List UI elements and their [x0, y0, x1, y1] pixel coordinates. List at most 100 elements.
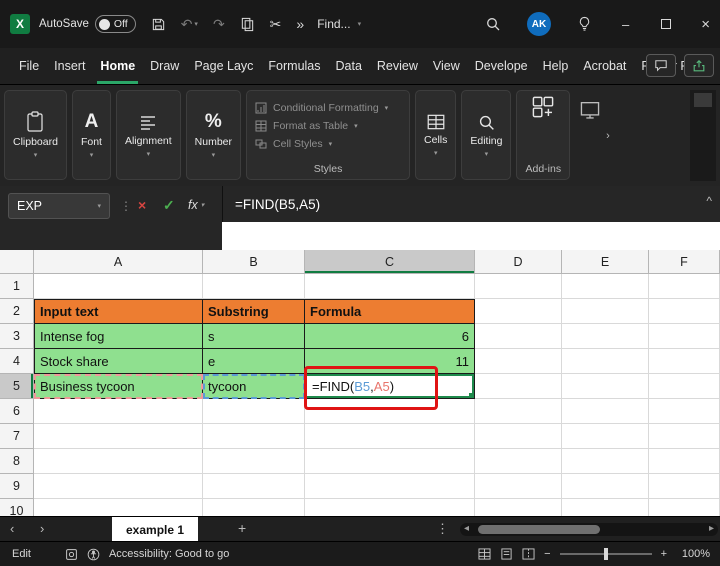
cell-d2[interactable]	[475, 299, 562, 324]
macro-record-icon[interactable]	[65, 548, 78, 561]
row-header-5[interactable]: 5	[0, 374, 34, 399]
cell-e9[interactable]	[562, 474, 649, 499]
analyze-data-icon[interactable]	[579, 100, 601, 120]
cell-f5[interactable]	[649, 374, 720, 399]
cell-c3[interactable]: 6	[305, 324, 475, 349]
cell-f9[interactable]	[649, 474, 720, 499]
number-group-button[interactable]: % Number ▾	[185, 90, 242, 180]
cell-e1[interactable]	[562, 274, 649, 299]
cell-a4[interactable]: Stock share	[34, 349, 203, 374]
zoom-level[interactable]: 100%	[676, 548, 710, 560]
accessibility-icon[interactable]	[87, 548, 100, 561]
cell-f1[interactable]	[649, 274, 720, 299]
col-header-d[interactable]: D	[475, 250, 562, 274]
cell-f7[interactable]	[649, 424, 720, 449]
col-header-c[interactable]: C	[305, 250, 475, 274]
cell-a1[interactable]	[34, 274, 203, 299]
cell-e4[interactable]	[562, 349, 649, 374]
cell-d3[interactable]	[475, 324, 562, 349]
save-icon[interactable]	[151, 17, 166, 32]
cell-d1[interactable]	[475, 274, 562, 299]
menu-help[interactable]: Help	[540, 48, 572, 84]
cell-d5[interactable]	[475, 374, 562, 399]
zoom-slider[interactable]	[559, 548, 652, 560]
cell-c8[interactable]	[305, 449, 475, 474]
insert-function-button[interactable]: fx ▾	[188, 198, 204, 212]
cancel-entry-button[interactable]: ×	[138, 197, 146, 213]
menu-page-layout[interactable]: Page Layc	[191, 48, 256, 84]
name-box[interactable]: EXP ▾	[8, 193, 110, 219]
scroll-left-icon[interactable]: ◂	[464, 523, 469, 534]
editing-group-button[interactable]: Editing ▾	[461, 90, 512, 180]
cell-d9[interactable]	[475, 474, 562, 499]
prev-sheet-icon[interactable]: ‹	[10, 521, 14, 536]
cell-c7[interactable]	[305, 424, 475, 449]
next-sheet-icon[interactable]: ›	[40, 521, 44, 536]
menu-review[interactable]: Review	[374, 48, 421, 84]
row-header-4[interactable]: 4	[0, 349, 34, 374]
horizontal-scrollbar-thumb[interactable]	[478, 525, 600, 534]
col-header-b[interactable]: B	[203, 250, 305, 274]
cell-f4[interactable]	[649, 349, 720, 374]
cell-e7[interactable]	[562, 424, 649, 449]
conditional-formatting-button[interactable]: Conditional Formatting ▾	[255, 99, 401, 117]
zoom-in-button[interactable]: +	[661, 548, 667, 560]
cell-f2[interactable]	[649, 299, 720, 324]
cell-e5[interactable]	[562, 374, 649, 399]
menu-formulas[interactable]: Formulas	[265, 48, 323, 84]
page-layout-view-icon[interactable]	[500, 548, 513, 560]
search-icon[interactable]	[485, 16, 501, 32]
account-avatar[interactable]: AK	[527, 12, 551, 36]
cell-f3[interactable]	[649, 324, 720, 349]
find-dropdown[interactable]: Find... ▾	[317, 17, 361, 31]
cell-e8[interactable]	[562, 449, 649, 474]
row-header-9[interactable]: 9	[0, 474, 34, 499]
redo-icon[interactable]: ↷	[213, 16, 225, 33]
cell-d4[interactable]	[475, 349, 562, 374]
menu-file[interactable]: File	[16, 48, 42, 84]
col-header-f[interactable]: F	[649, 250, 720, 274]
lightbulb-icon[interactable]	[577, 16, 592, 32]
ribbon-collapse-handle[interactable]	[694, 93, 712, 107]
page-break-view-icon[interactable]	[522, 548, 535, 560]
cell-c9[interactable]	[305, 474, 475, 499]
scroll-right-icon[interactable]: ▸	[709, 523, 714, 534]
autosave-toggle[interactable]: Off	[94, 15, 136, 33]
row-header-1[interactable]: 1	[0, 274, 34, 299]
cell-d7[interactable]	[475, 424, 562, 449]
cell-b9[interactable]	[203, 474, 305, 499]
confirm-entry-button[interactable]: ✓	[163, 197, 175, 214]
select-all-corner[interactable]	[0, 250, 34, 274]
collapse-formula-bar-icon[interactable]: ^	[706, 194, 712, 208]
cell-c2[interactable]: Formula	[305, 299, 475, 324]
cell-b7[interactable]	[203, 424, 305, 449]
drag-handle-icon[interactable]: ⋮	[120, 199, 132, 213]
cell-a9[interactable]	[34, 474, 203, 499]
cell-a8[interactable]	[34, 449, 203, 474]
sheet-options-icon[interactable]: ⋮	[436, 521, 449, 537]
format-as-table-button[interactable]: Format as Table ▾	[255, 117, 401, 135]
cell-c1[interactable]	[305, 274, 475, 299]
cut-icon[interactable]: ✂	[270, 16, 282, 33]
cell-b3[interactable]: s	[203, 324, 305, 349]
cell-a6[interactable]	[34, 399, 203, 424]
normal-view-icon[interactable]	[478, 548, 491, 560]
minimize-button[interactable]: –	[622, 17, 629, 32]
close-button[interactable]: ×	[701, 16, 710, 33]
cell-b4[interactable]: e	[203, 349, 305, 374]
cell-e6[interactable]	[562, 399, 649, 424]
row-header-2[interactable]: 2	[0, 299, 34, 324]
menu-draw[interactable]: Draw	[147, 48, 182, 84]
menu-data[interactable]: Data	[333, 48, 365, 84]
cell-b5[interactable]: tycoon	[203, 374, 305, 399]
comments-button[interactable]	[646, 54, 676, 77]
copy-icon[interactable]	[240, 17, 255, 32]
menu-home[interactable]: Home	[97, 48, 138, 84]
cells-group-button[interactable]: Cells ▾	[415, 90, 457, 180]
cell-d6[interactable]	[475, 399, 562, 424]
alignment-group-button[interactable]: Alignment ▾	[115, 90, 181, 180]
cell-a5[interactable]: Business tycoon	[34, 374, 203, 399]
cell-a7[interactable]	[34, 424, 203, 449]
accessibility-status[interactable]: Accessibility: Good to go	[109, 548, 229, 560]
menu-acrobat[interactable]: Acrobat	[580, 48, 629, 84]
